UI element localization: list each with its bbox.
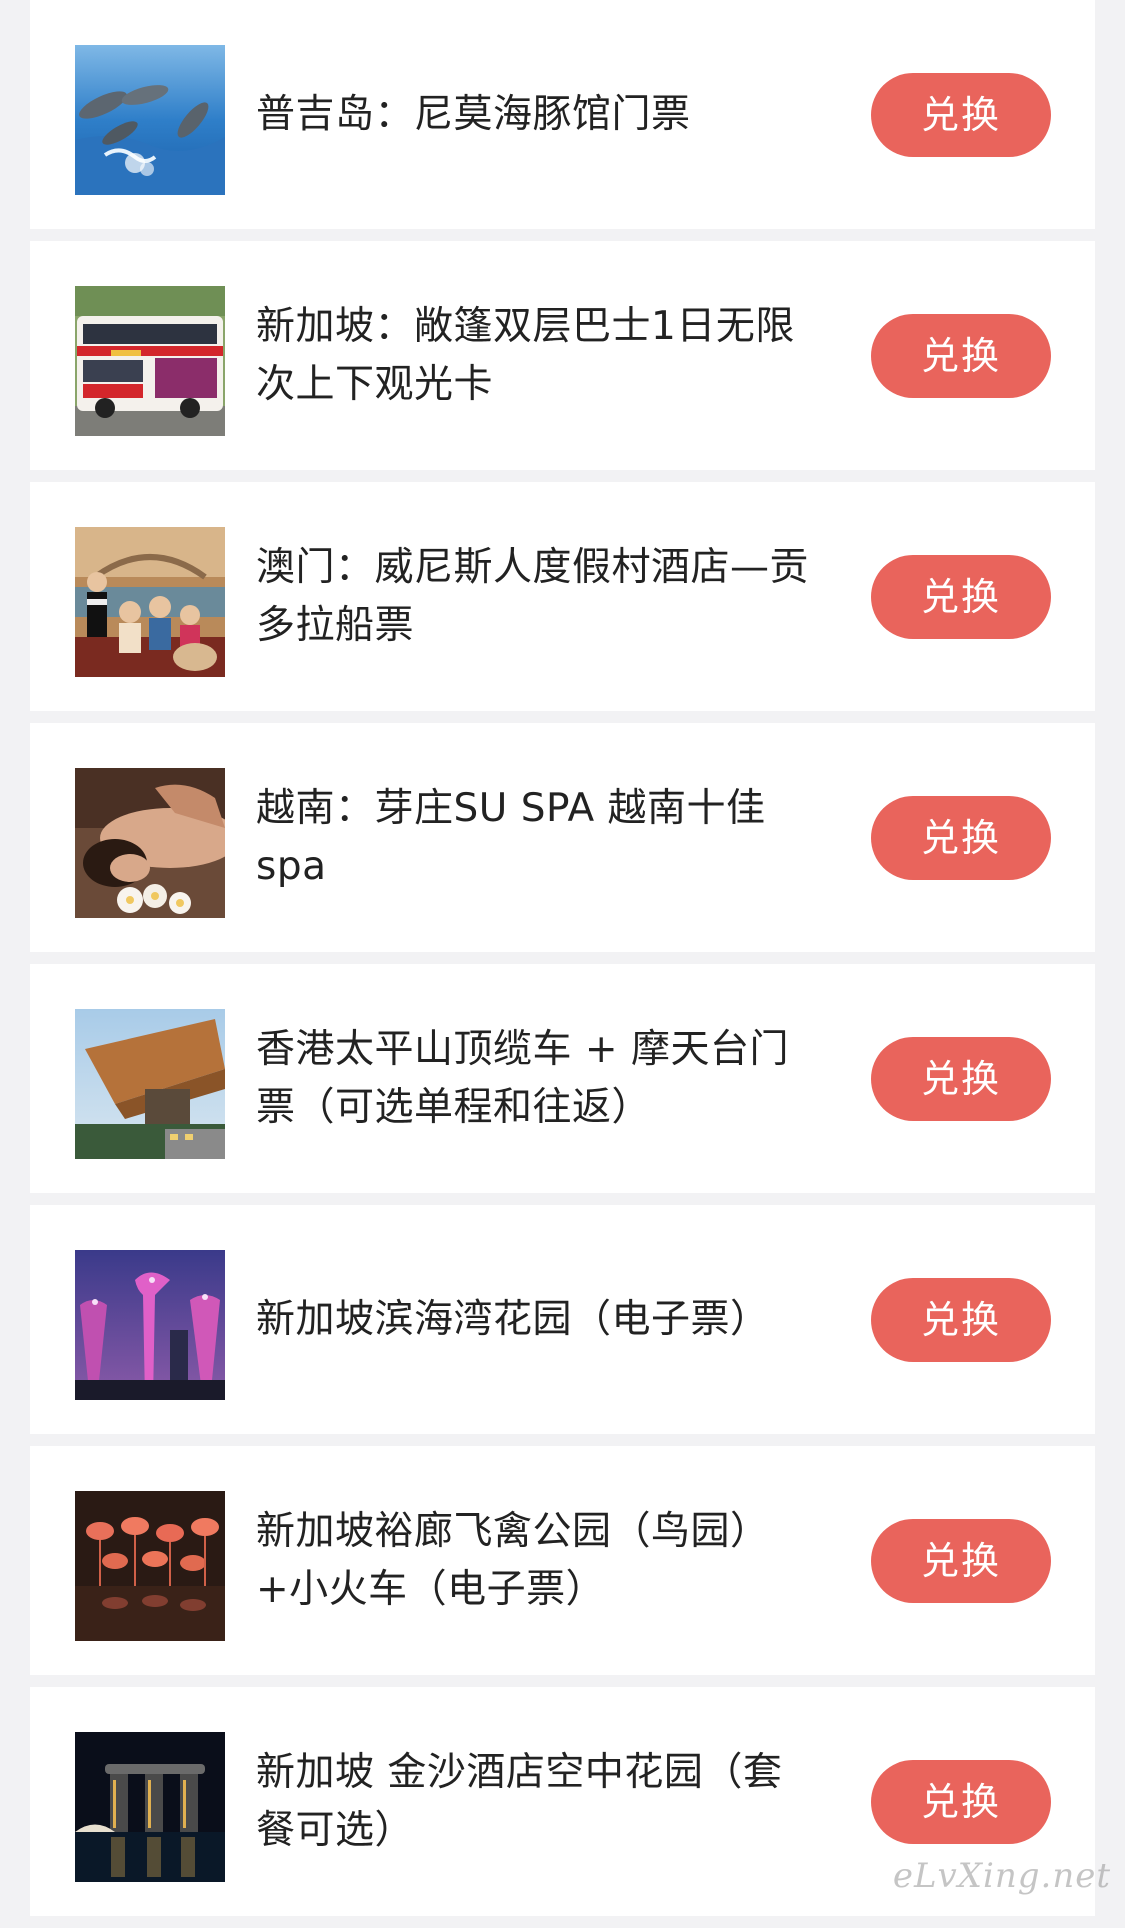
item-title: 新加坡 金沙酒店空中花园（套餐可选） bbox=[256, 1749, 783, 1853]
item-title: 新加坡滨海湾花园（电子票） bbox=[256, 1296, 770, 1342]
exchange-button[interactable]: 兑换 bbox=[871, 1036, 1051, 1121]
thumbnail-marina-bay-sands bbox=[75, 1732, 225, 1882]
exchange-button[interactable]: 兑换 bbox=[871, 1759, 1051, 1844]
list-item: 澳门：威尼斯人度假村酒店—贡多拉船票 兑换 bbox=[30, 482, 1095, 711]
list-item: 越南：芽庄SU SPA 越南十佳spa 兑换 bbox=[30, 723, 1095, 952]
list-item: 新加坡滨海湾花园（电子票） 兑换 bbox=[30, 1205, 1095, 1434]
item-title: 新加坡：敞篷双层巴士1日无限次上下观光卡 bbox=[256, 303, 795, 407]
watermark: eLvXing.net bbox=[892, 1856, 1111, 1896]
exchange-button[interactable]: 兑换 bbox=[871, 313, 1051, 398]
exchange-button[interactable]: 兑换 bbox=[871, 795, 1051, 880]
exchange-button[interactable]: 兑换 bbox=[871, 72, 1051, 157]
item-title: 澳门：威尼斯人度假村酒店—贡多拉船票 bbox=[256, 544, 810, 648]
list-item: 香港太平山顶缆车 + 摩天台门票（可选单程和往返） 兑换 bbox=[30, 964, 1095, 1193]
thumbnail-peak-tower bbox=[75, 1009, 225, 1159]
exchange-button[interactable]: 兑换 bbox=[871, 1518, 1051, 1603]
item-title: 香港太平山顶缆车 + 摩天台门票（可选单程和往返） bbox=[256, 1026, 789, 1130]
list-item: 普吉岛：尼莫海豚馆门票 兑换 bbox=[30, 0, 1095, 229]
list-item: 新加坡裕廊飞禽公园（鸟园）+小火车（电子票） 兑换 bbox=[30, 1446, 1095, 1675]
item-title: 越南：芽庄SU SPA 越南十佳spa bbox=[256, 785, 766, 889]
exchange-list: 普吉岛：尼莫海豚馆门票 兑换 新加坡：敞篷双层巴士1日无限次上下观光卡 兑换 澳… bbox=[30, 0, 1095, 1928]
thumbnail-flamingos bbox=[75, 1491, 225, 1641]
exchange-button[interactable]: 兑换 bbox=[871, 554, 1051, 639]
item-title: 普吉岛：尼莫海豚馆门票 bbox=[256, 91, 691, 137]
exchange-button[interactable]: 兑换 bbox=[871, 1277, 1051, 1362]
thumbnail-dolphins bbox=[75, 45, 225, 195]
list-item: 新加坡：敞篷双层巴士1日无限次上下观光卡 兑换 bbox=[30, 241, 1095, 470]
thumbnail-supertrees bbox=[75, 1250, 225, 1400]
thumbnail-gondola-family bbox=[75, 527, 225, 677]
thumbnail-spa-massage bbox=[75, 768, 225, 918]
item-title: 新加坡裕廊飞禽公园（鸟园）+小火车（电子票） bbox=[256, 1508, 770, 1612]
thumbnail-double-decker-bus bbox=[75, 286, 225, 436]
